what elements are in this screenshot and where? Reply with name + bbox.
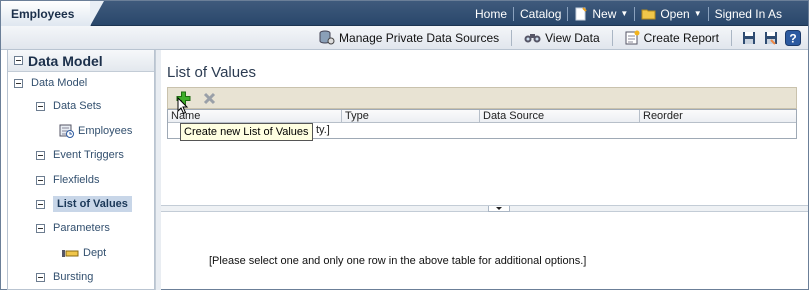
create-report-icon (625, 30, 640, 45)
tree-node-label: Parameters (53, 222, 110, 234)
data-source-icon (319, 30, 335, 45)
tree-node-list-of-values[interactable]: List of Values (36, 195, 132, 213)
folder-icon (641, 9, 656, 20)
column-header-type[interactable]: Type (342, 110, 480, 122)
toolbar-divider (611, 29, 613, 46)
collapse-icon[interactable] (36, 175, 45, 185)
delete-icon (203, 92, 215, 104)
splitter-toggle-icon[interactable] (488, 206, 510, 212)
horizontal-splitter[interactable] (161, 205, 808, 212)
document-tab-label: Employees (11, 7, 75, 21)
toolbar-divider (731, 29, 732, 46)
delete-lov-button[interactable] (200, 89, 218, 107)
top-bar: Employees Home Catalog New ▼ Open ▼ Signed… (1, 1, 808, 26)
document-tab[interactable]: Employees (1, 1, 104, 26)
create-report-button[interactable]: Create Report (619, 30, 725, 45)
tree-node-label: Data Sets (53, 100, 102, 112)
catalog-link[interactable]: Catalog (514, 7, 567, 21)
view-data-button[interactable]: View Data (518, 31, 605, 45)
help-button[interactable]: ? (784, 29, 802, 47)
lov-table-toolbar (167, 87, 797, 109)
new-label: New (592, 6, 617, 21)
data-model-toolbar: Manage Private Data Sources View Data Cr… (1, 26, 808, 50)
chevron-down-icon: ▼ (620, 9, 629, 18)
tree-node-label: Event Triggers (53, 149, 124, 161)
tree-node-flexfields[interactable]: Flexfields (36, 171, 99, 189)
mouse-cursor-icon (177, 97, 189, 115)
tree-node-event-triggers[interactable]: Event Triggers (36, 146, 124, 164)
save-button[interactable] (740, 29, 758, 47)
chevron-down-icon: ▼ (693, 9, 702, 18)
new-menu[interactable]: New ▼ (568, 7, 634, 21)
collapse-icon[interactable] (36, 150, 45, 160)
collapse-icon[interactable] (36, 272, 45, 282)
tree-node-label: Bursting (53, 271, 94, 283)
detail-message: [Please select one and only one row in t… (209, 255, 587, 267)
column-header-name[interactable]: Name (168, 110, 342, 122)
svg-text:?: ? (789, 31, 796, 45)
tree-node-label: Flexfields (53, 174, 100, 186)
toolbar-divider (511, 29, 513, 46)
tree-node-label: Data Model (31, 77, 88, 89)
tree-node-label: List of Values (53, 196, 132, 212)
column-header-data-source[interactable]: Data Source (480, 110, 640, 122)
home-label: Home (475, 6, 508, 21)
new-document-icon (575, 6, 588, 20)
main-content: List of Values Name Type Data Source Reo… (161, 50, 808, 290)
parameter-icon (62, 249, 79, 257)
tree-node-bursting[interactable]: Bursting (36, 268, 93, 286)
help-icon: ? (785, 29, 801, 46)
signed-in-label: Signed In As (714, 6, 782, 21)
panel-header[interactable]: Data Model (8, 50, 154, 72)
save-as-button[interactable] (762, 29, 780, 47)
collapse-icon[interactable] (36, 101, 45, 111)
tree-node-label: Dept (83, 247, 107, 259)
panel-title: Data Model (28, 52, 103, 69)
collapse-icon[interactable] (36, 199, 45, 209)
collapse-icon[interactable] (14, 56, 23, 65)
manage-private-label: Manage Private Data Sources (339, 30, 500, 45)
column-header-reorder[interactable]: Reorder (640, 110, 796, 122)
create-report-label: Create Report (643, 30, 719, 45)
data-model-panel: Data Model Data Model Data Sets Employee… (7, 50, 155, 290)
catalog-label: Catalog (520, 6, 562, 21)
sql-dataset-icon (59, 124, 74, 138)
open-menu[interactable]: Open ▼ (635, 7, 707, 21)
table-header: Name Type Data Source Reorder (168, 110, 796, 123)
save-icon (743, 31, 755, 44)
view-data-label: View Data (545, 30, 600, 45)
tree-node-data-sets[interactable]: Data Sets (36, 97, 101, 115)
global-nav: Home Catalog New ▼ Open ▼ Signed In As (469, 1, 788, 26)
collapse-icon[interactable] (14, 78, 23, 88)
tree-node-data-model[interactable]: Data Model (14, 74, 87, 92)
tooltip: Create new List of Values (180, 123, 313, 141)
tree-node-label: Employees (78, 125, 133, 137)
binoculars-icon (524, 34, 541, 43)
tree-node-employees[interactable]: Employees (59, 122, 132, 140)
manage-private-data-sources-button[interactable]: Manage Private Data Sources (313, 30, 505, 45)
tree-node-dept[interactable]: Dept (61, 244, 106, 262)
signed-in-menu[interactable]: Signed In As (709, 7, 788, 21)
save-as-icon (765, 31, 777, 45)
home-link[interactable]: Home (469, 7, 513, 21)
collapse-icon[interactable] (36, 223, 45, 233)
tree-node-parameters[interactable]: Parameters (36, 219, 110, 237)
empty-table-message: ty.] (316, 124, 330, 136)
page-title: List of Values (167, 64, 256, 81)
open-label: Open (660, 6, 690, 21)
